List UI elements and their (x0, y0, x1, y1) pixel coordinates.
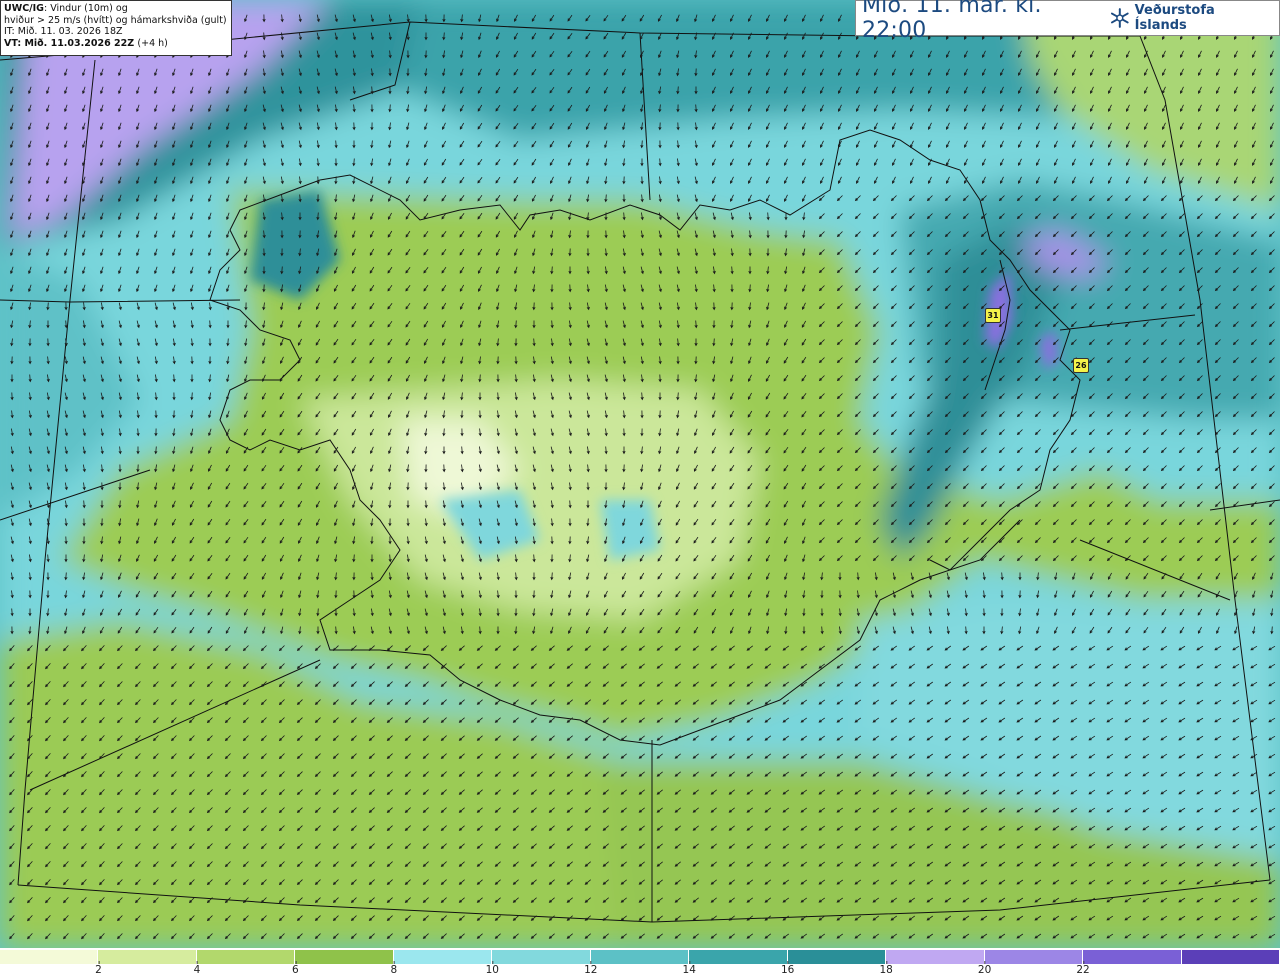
legend-swatch (98, 950, 197, 964)
legend-swatch (393, 950, 493, 964)
legend-swatch (0, 950, 99, 964)
legend-tick-label: 14 (682, 961, 696, 976)
snowflake-logo-icon (1111, 8, 1129, 28)
color-legend: 2 4 6 8 10 12 14 16 18 20 22 (0, 948, 1280, 978)
legend-tick-label: 20 (977, 961, 992, 976)
valid-time-label: VT: (4, 37, 22, 49)
legend-swatch (886, 950, 985, 964)
brand-name: Veðurstofa Íslands (1134, 3, 1215, 33)
legend-swatch (590, 950, 690, 964)
legend-swatches (0, 950, 1280, 964)
wind-speed-field (0, 0, 1280, 948)
title-box: Mið. 11. mar. kl. 22:00 Veðurstofa Íslan… (855, 0, 1280, 43)
legend-tick-label: 8 (390, 961, 398, 976)
legend-tick-label: 10 (485, 961, 499, 976)
legend-tick-label: 16 (781, 961, 795, 976)
brand[interactable]: Veðurstofa Íslands (1109, 3, 1269, 33)
legend-swatch (196, 950, 296, 964)
legend-swatch (295, 950, 394, 964)
gust-max-label: 26 (1073, 358, 1089, 373)
legend-swatch (984, 950, 1084, 964)
wind-map[interactable] (0, 0, 1280, 948)
valid-time-title: Mið. 11. mar. kl. 22:00 (862, 0, 1042, 43)
legend-swatch (689, 950, 788, 964)
init-time: IT: Mið. 11. 03. 2026 18Z (4, 26, 123, 37)
legend-tick-label: 22 (1076, 961, 1090, 976)
info-line2: hviður > 25 m/s (hvítt) og hámarkshviða … (4, 14, 227, 26)
legend-tick-label: 4 (193, 961, 201, 976)
valid-offset: (+4 h) (137, 37, 168, 49)
legend-swatch (492, 950, 591, 964)
legend-tick-label: 18 (879, 961, 893, 976)
legend-swatch (1181, 950, 1280, 964)
legend-tick-label: 12 (584, 961, 598, 976)
info-line1: Vindur (10m) og (50, 3, 128, 14)
gust-max-label: 31 (985, 308, 1001, 323)
legend-tick-label: 6 (292, 961, 299, 976)
info-box: UWC/IG: Vindur (10m) og hviður > 25 m/s … (0, 0, 232, 56)
legend-tick-label: 2 (95, 961, 102, 976)
legend-swatch (1083, 950, 1182, 964)
model-name: UWC/IG (4, 3, 44, 14)
valid-time: Mið. 11.03.2026 22Z (24, 37, 135, 49)
legend-swatch (787, 950, 887, 964)
